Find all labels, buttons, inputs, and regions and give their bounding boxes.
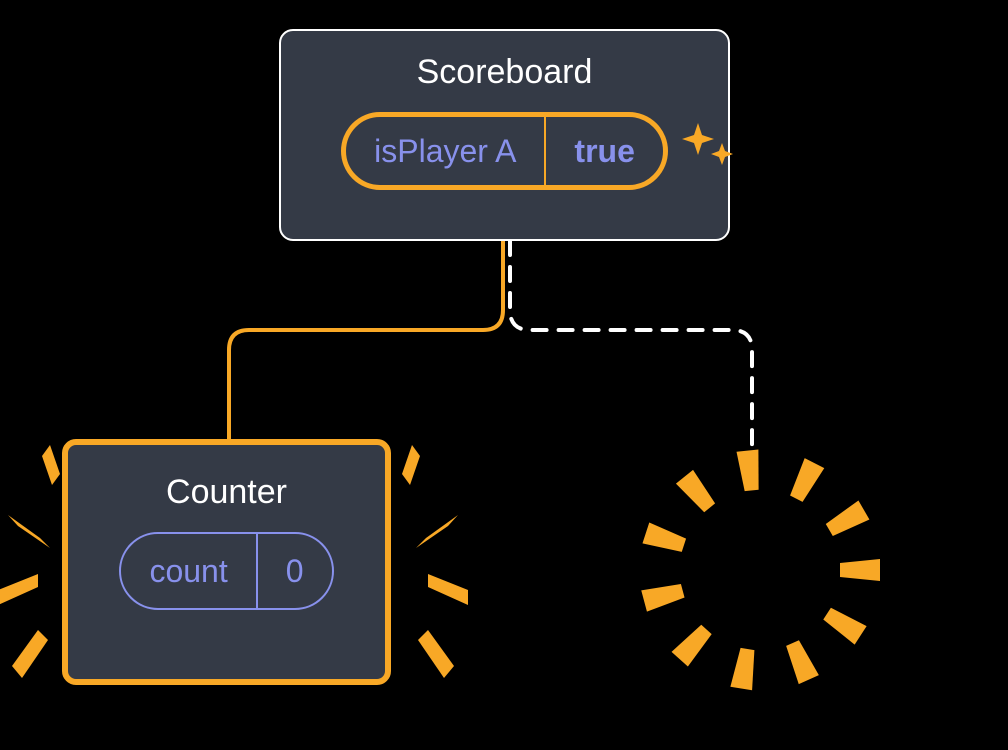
- scoreboard-node: Scoreboard isPlayer A true: [279, 29, 730, 241]
- scoreboard-title: Scoreboard: [315, 53, 694, 92]
- counter-node: Counter count 0: [62, 439, 391, 685]
- sparkle-icon: [678, 115, 738, 175]
- counter-state-pill: count 0: [119, 532, 333, 610]
- state-value-label: true: [546, 117, 662, 185]
- state-value-label: 0: [258, 534, 332, 608]
- state-key-label: isPlayer A: [346, 117, 546, 185]
- burst-empty-icon: [620, 430, 900, 710]
- scoreboard-state-pill: isPlayer A true: [341, 112, 668, 190]
- counter-title: Counter: [102, 473, 351, 512]
- state-key-label: count: [121, 534, 257, 608]
